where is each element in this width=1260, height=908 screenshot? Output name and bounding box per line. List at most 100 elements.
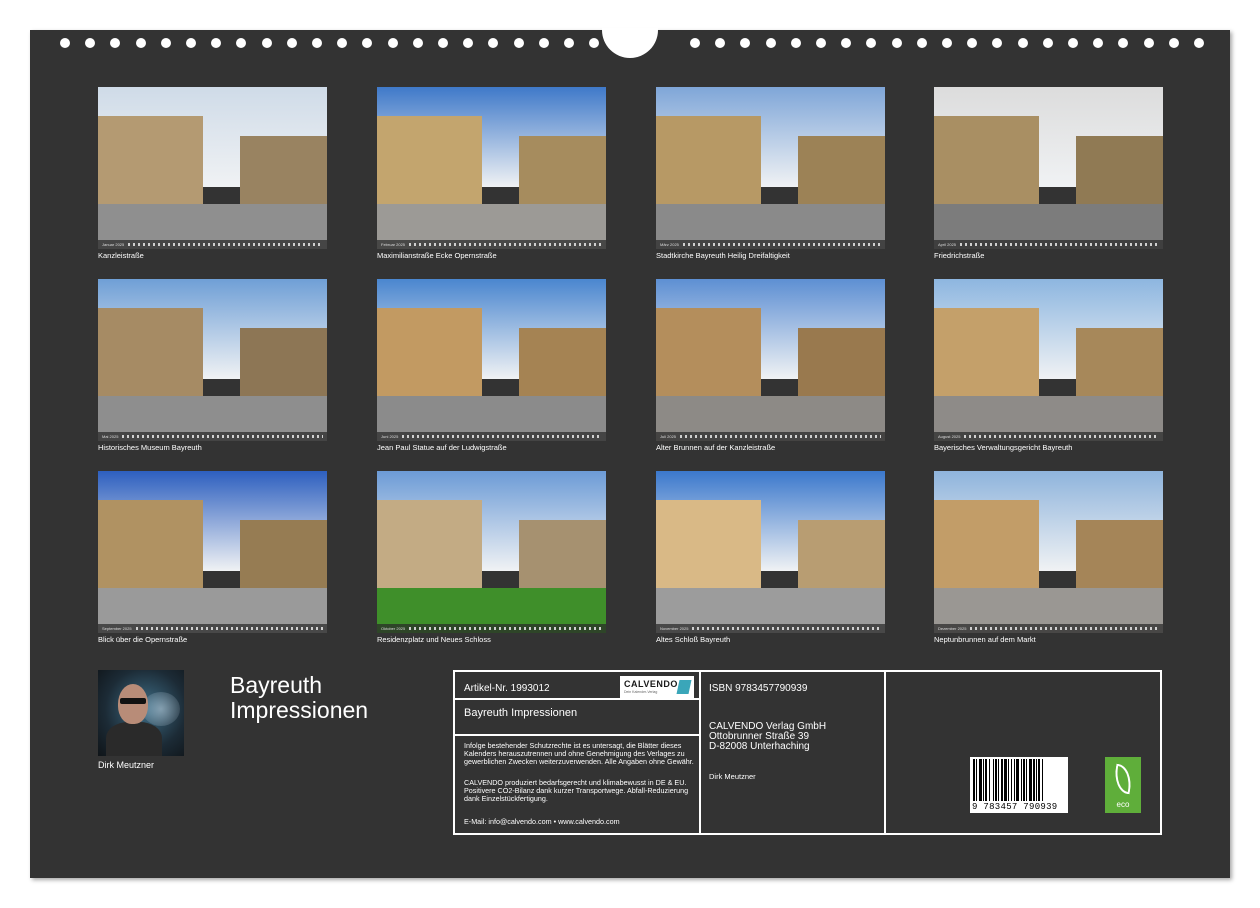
barcode-bar <box>976 759 977 801</box>
day-row <box>128 243 323 246</box>
month-label: Februar 2025 <box>381 242 406 247</box>
barcode-bar <box>989 759 990 801</box>
divider <box>455 698 699 700</box>
binding-hole <box>841 38 852 48</box>
binding-hole <box>438 38 448 48</box>
photo-caption: Maximilianstraße Ecke Opernstraße <box>377 251 497 260</box>
photo-tile: Januar 2025 <box>98 87 327 249</box>
calendar-title-line-1: Bayreuth <box>230 672 323 698</box>
day-row <box>409 243 602 246</box>
binding-hole <box>160 38 171 48</box>
photo-tile: Mai 2025 <box>98 279 327 441</box>
divider <box>455 734 699 736</box>
photo-caption: Kanzleistraße <box>98 251 144 260</box>
binding-hole <box>110 38 121 48</box>
barcode-bar <box>1014 759 1015 801</box>
divider <box>884 672 886 833</box>
binding-hole <box>135 38 146 48</box>
binding-hole <box>362 38 373 48</box>
day-row <box>135 627 323 630</box>
photo-caption: Bayerisches Verwaltungsgericht Bayreuth <box>934 443 1073 452</box>
photo-caption: Friedrichstraße <box>934 251 985 260</box>
binding-hole <box>790 38 801 48</box>
barcode-bar <box>993 759 994 801</box>
barcode-bar <box>1029 759 1032 801</box>
day-row <box>692 627 881 630</box>
binding-hole <box>513 38 524 48</box>
photo-caption: Neptunbrunnen auf dem Markt <box>934 635 1036 644</box>
month-label: Juli 2025 <box>660 434 677 439</box>
day-row <box>402 435 602 438</box>
article-number: Artikel-Nr. 1993012 <box>464 683 550 694</box>
binding-hole <box>488 38 499 48</box>
photo-tile: Juni 2025 <box>377 279 606 441</box>
binding-hole <box>312 38 322 48</box>
month-label: Mai 2025 <box>102 434 119 439</box>
binding-hole <box>816 38 826 48</box>
barcode-bar <box>1023 759 1025 801</box>
photo-tile: September 2025 <box>98 471 327 633</box>
binding-hole <box>412 38 423 48</box>
isbn: ISBN 9783457790939 <box>709 683 808 694</box>
binding-hole <box>1194 38 1204 48</box>
barcode-bar <box>973 759 975 801</box>
barcode-number: 9 783457 790939 <box>972 802 1058 812</box>
binding-hole <box>85 38 96 48</box>
photo-tile: Oktober 2025 <box>377 471 606 633</box>
barcode-bar <box>1004 759 1007 801</box>
binding-hole <box>866 38 877 48</box>
publisher-address: CALVENDO Verlag GmbH Ottobrunner Straße … <box>709 721 827 752</box>
calendar-title-line-2: Impressionen <box>230 697 369 723</box>
day-row <box>970 627 1159 630</box>
barcode-bar <box>995 759 997 801</box>
binding-hole <box>1042 38 1053 48</box>
binding-hole <box>1093 38 1104 48</box>
binding-hole <box>992 38 1003 48</box>
product-info-box: Artikel-Nr. 1993012 CALVENDO Dein Kalend… <box>453 670 1162 835</box>
photo-tile: März 2025 <box>656 87 885 249</box>
barcode-bar <box>1026 759 1027 801</box>
binding-hole <box>916 38 927 48</box>
month-label: Oktober 2025 <box>381 626 406 631</box>
binding-hole <box>211 38 222 48</box>
month-strip: November 2025 <box>656 624 885 633</box>
photo-tile: August 2025 <box>934 279 1163 441</box>
month-label: November 2025 <box>660 626 689 631</box>
day-row <box>680 435 881 438</box>
day-row <box>409 627 602 630</box>
barcode-bar <box>1008 759 1009 801</box>
month-strip: Juni 2025 <box>377 432 606 441</box>
month-strip: September 2025 <box>98 624 327 633</box>
month-label: Dezember 2025 <box>938 626 967 631</box>
month-strip: März 2025 <box>656 240 885 249</box>
barcode-bar <box>998 759 999 801</box>
photo-caption: Blick über die Opernstraße <box>98 635 188 644</box>
legal-notice: Infolge bestehender Schutzrechte ist es … <box>464 741 694 767</box>
month-label: August 2025 <box>938 434 961 439</box>
binding-hole <box>286 38 297 48</box>
binding-hole <box>690 38 700 48</box>
binding-hole <box>1017 38 1028 48</box>
binding-hole <box>1068 38 1078 48</box>
day-row <box>960 243 1159 246</box>
binding-hole <box>1168 38 1179 48</box>
product-title: Bayreuth Impressionen <box>464 707 578 719</box>
binding-hole <box>186 38 196 48</box>
photo-tile: April 2025 <box>934 87 1163 249</box>
month-strip: Mai 2025 <box>98 432 327 441</box>
binding-hole <box>463 38 474 48</box>
month-label: März 2025 <box>660 242 679 247</box>
barcode-bar <box>1016 759 1019 801</box>
day-row <box>682 243 881 246</box>
eco-notice: CALVENDO produziert bedarfsgerecht und k… <box>464 778 689 804</box>
eco-badge: eco <box>1105 757 1141 813</box>
binding-hole <box>967 38 978 48</box>
photo-caption: Historisches Museum Bayreuth <box>98 443 202 452</box>
binding-hole <box>891 38 902 48</box>
barcode-bars <box>973 759 1043 801</box>
calendar-back-cover: Januar 2025 Kanzleistraße Februar 2025 Maxi… <box>30 28 1230 878</box>
author-name: Dirk Meutzner <box>98 760 155 770</box>
month-label: Januar 2025 <box>102 242 125 247</box>
month-strip: Januar 2025 <box>98 240 327 249</box>
binding-hole <box>765 38 776 48</box>
